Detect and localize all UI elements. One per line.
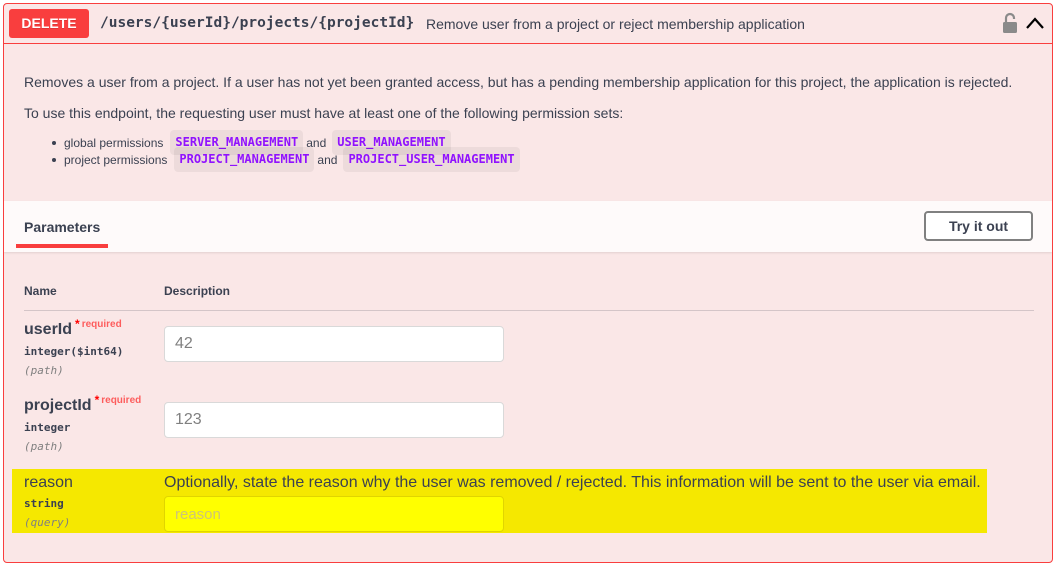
- tab-parameters[interactable]: Parameters: [24, 219, 100, 235]
- param-name-projectid: projectId * required: [24, 393, 142, 415]
- permission-item-project: project permissions PROJECT_MANAGEMENT a…: [52, 147, 523, 172]
- param-location: (query): [24, 516, 71, 529]
- param-location: (path): [24, 440, 64, 453]
- table-header-divider: [24, 310, 1034, 311]
- lock-icon[interactable]: [1002, 12, 1018, 34]
- permission-code: PROJECT_USER_MANAGEMENT: [343, 147, 520, 172]
- param-name-reason: reason: [24, 474, 73, 491]
- required-label: required: [81, 319, 122, 330]
- operation-block: DELETE /users/{userId}/projects/{project…: [3, 3, 1053, 563]
- method-badge: DELETE: [9, 9, 89, 38]
- param-type: string: [24, 497, 64, 510]
- param-location: (path): [24, 364, 64, 377]
- permission-list: global permissions SERVER_MANAGEMENT and…: [52, 130, 523, 172]
- column-header-description: Description: [164, 284, 231, 298]
- param-name-text: userId: [24, 321, 73, 338]
- required-star: *: [94, 393, 100, 407]
- required-label: required: [101, 395, 142, 406]
- bullet: [52, 157, 56, 162]
- endpoint-path: /users/{userId}/projects/{projectId}: [100, 15, 415, 31]
- try-it-out-button[interactable]: Try it out: [924, 211, 1033, 241]
- chevron-up-icon[interactable]: [1024, 13, 1046, 33]
- parameters-header: Parameters Try it out: [4, 201, 1052, 252]
- bullet: [52, 140, 56, 145]
- param-type: integer($int64): [24, 345, 124, 358]
- permission-label: global permissions: [64, 135, 164, 150]
- reason-input[interactable]: [164, 496, 504, 532]
- permission-code: PROJECT_MANAGEMENT: [174, 147, 315, 172]
- permission-conjunction: and: [317, 152, 338, 167]
- column-header-name: Name: [24, 284, 57, 298]
- permissions-intro: To use this endpoint, the requesting use…: [24, 105, 624, 121]
- param-name-text: projectId: [24, 397, 92, 414]
- userid-input[interactable]: [164, 326, 504, 362]
- param-type: integer: [24, 421, 71, 434]
- param-description-reason: Optionally, state the reason why the use…: [164, 474, 981, 491]
- operation-summary[interactable]: DELETE /users/{userId}/projects/{project…: [4, 4, 1052, 44]
- permission-label: project permissions: [64, 152, 168, 167]
- endpoint-description: Removes a user from a project. If a user…: [24, 74, 1013, 90]
- tab-active-underline: [16, 244, 108, 248]
- param-name-userid: userId * required: [24, 317, 122, 339]
- operation-summary-description: Remove user from a project or reject mem…: [426, 16, 805, 32]
- projectid-input[interactable]: [164, 402, 504, 438]
- required-star: *: [75, 317, 80, 331]
